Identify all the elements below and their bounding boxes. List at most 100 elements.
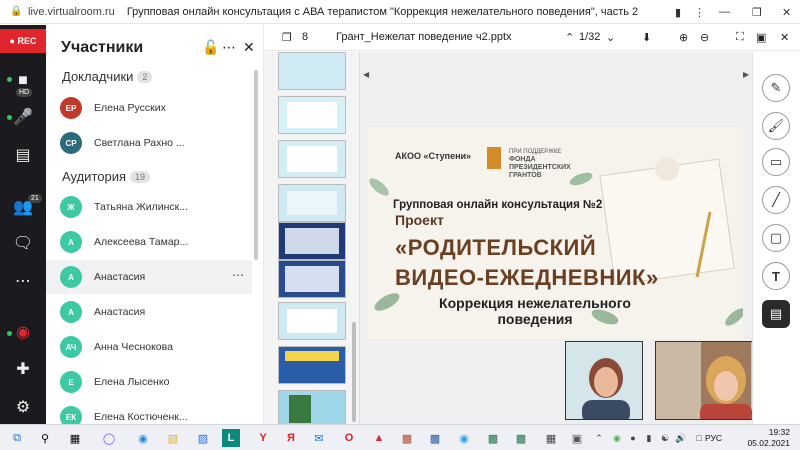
restore-icon[interactable]: ❐ bbox=[752, 0, 762, 24]
slide-fund-logo: ПРИ ПОДДЕРЖКЕ ФОНДА ПРЕЗИДЕНТСКИХ ГРАНТОВ bbox=[509, 149, 571, 179]
cortana-icon[interactable]: ◯ bbox=[100, 429, 118, 447]
slide-thumbnail[interactable] bbox=[278, 260, 346, 298]
pen-tool-icon[interactable]: ✎ bbox=[762, 74, 790, 102]
brush-tool-icon[interactable]: 🖌 bbox=[762, 112, 790, 140]
excel-icon[interactable]: ▩ bbox=[484, 429, 502, 447]
powerpoint-icon[interactable]: ▩ bbox=[398, 429, 416, 447]
fullscreen-icon[interactable]: ⛶ bbox=[736, 31, 744, 44]
slide-thumbnail[interactable] bbox=[278, 222, 346, 260]
participant-row[interactable]: АЧ Анна Чеснокова bbox=[46, 330, 252, 364]
rec-indicator[interactable]: ● REC bbox=[0, 29, 46, 53]
lock-panel-icon[interactable]: 🔓 bbox=[202, 39, 219, 56]
tray-chevron-icon[interactable]: ⌃ bbox=[590, 429, 608, 447]
close-panel-icon[interactable]: ✕ bbox=[243, 39, 255, 56]
participant-row-hovered[interactable]: А Анастасия ⋯ bbox=[46, 260, 252, 294]
app-icon[interactable]: ▣ bbox=[568, 429, 586, 447]
word-icon[interactable]: ▩ bbox=[426, 429, 444, 447]
participant-row[interactable]: Ж Татьяна Жилинск... bbox=[46, 190, 252, 224]
slide-thumbnail[interactable] bbox=[278, 346, 346, 384]
avatar: ЕР bbox=[60, 97, 82, 119]
file-explorer-icon[interactable]: ▧ bbox=[164, 429, 182, 447]
participant-name: Алексеева Тамар... bbox=[94, 236, 189, 248]
participant-row[interactable]: СР Светлана Рахно ... bbox=[46, 126, 252, 160]
screen-share-icon[interactable]: ▤ bbox=[11, 143, 35, 167]
participant-name: Елена Костюченк... bbox=[94, 411, 188, 423]
windows-start-icon[interactable]: ⧉ bbox=[8, 429, 26, 447]
eraser-tool-icon[interactable]: ▭ bbox=[762, 148, 790, 176]
panel-more-icon[interactable]: ⋯ bbox=[222, 39, 236, 56]
record-icon[interactable]: ◉ bbox=[11, 320, 35, 344]
mail-icon[interactable]: ✉ bbox=[310, 429, 328, 447]
store-icon[interactable]: ▨ bbox=[194, 429, 212, 447]
close-window-icon[interactable]: ✕ bbox=[782, 0, 791, 24]
page-indicator: 1/32 bbox=[579, 31, 601, 43]
participant-row[interactable]: Е Елена Лысенко bbox=[46, 365, 252, 399]
avatar: А bbox=[60, 266, 82, 288]
chrome-icon[interactable]: ◉ bbox=[455, 429, 473, 447]
clock[interactable]: 19:32 05.02.2021 bbox=[747, 427, 790, 449]
participant-row[interactable]: ЕР Елена Русских bbox=[46, 91, 252, 125]
collapse-left-icon[interactable]: ◀ bbox=[363, 70, 369, 79]
edge-icon[interactable]: ◉ bbox=[134, 429, 152, 447]
volume-icon[interactable]: 🔊 bbox=[672, 429, 690, 447]
rectangle-tool-icon[interactable]: ▢ bbox=[762, 224, 790, 252]
slide-line2: Проект bbox=[395, 212, 444, 228]
opera-icon[interactable]: O bbox=[340, 429, 358, 447]
slide-thumbnail[interactable] bbox=[278, 302, 346, 340]
more-options-icon[interactable]: ⋯ bbox=[11, 269, 35, 293]
participants-count-badge: 21 bbox=[28, 194, 42, 203]
camera-hd-badge: HD bbox=[16, 88, 33, 97]
text-tool-icon[interactable]: T bbox=[762, 262, 790, 290]
prev-page-icon[interactable]: ⌃ bbox=[565, 31, 574, 44]
participant-row[interactable]: А Алексеева Тамар... bbox=[46, 225, 252, 259]
excel-icon-2[interactable]: ▩ bbox=[512, 429, 530, 447]
chat-icon[interactable]: 🗨 bbox=[11, 231, 35, 255]
collapse-right-icon[interactable]: ▶ bbox=[743, 70, 749, 79]
pdf-icon[interactable]: ▲ bbox=[370, 429, 388, 447]
windows-taskbar: ⧉ ⚲ ▦ ◯ ◉ ▧ ▨ L Y Я ✉ O ▲ ▩ ▩ ◉ ▩ ▩ ▦ ▣ … bbox=[0, 424, 800, 450]
slide-thumbnail[interactable] bbox=[278, 140, 346, 178]
fit-icon[interactable]: ▣ bbox=[756, 31, 766, 44]
participant-row[interactable]: ЕК Елена Костюченк... bbox=[46, 400, 252, 424]
yandex-icon[interactable]: Y bbox=[254, 429, 272, 447]
participant-name: Анастасия bbox=[94, 306, 146, 318]
screen-tool-icon[interactable]: ▤ bbox=[762, 300, 790, 328]
video-tile-1[interactable] bbox=[565, 341, 643, 420]
microphone-icon[interactable]: 🎤 bbox=[11, 105, 35, 129]
task-view-icon[interactable]: ▦ bbox=[66, 429, 84, 447]
next-page-icon[interactable]: ⌄ bbox=[606, 31, 615, 44]
search-icon[interactable]: ⚲ bbox=[36, 429, 54, 447]
participants-panel: Участники 🔓 ⋯ ✕ Докладчики 2 ЕР Елена Рус… bbox=[46, 25, 264, 424]
thumbnails-scrollbar[interactable] bbox=[352, 322, 356, 422]
download-icon[interactable]: ⬇ bbox=[642, 31, 651, 44]
photos-icon[interactable]: ▦ bbox=[542, 429, 560, 447]
camera-indicator-icon[interactable]: ▮ bbox=[675, 0, 681, 24]
settings-gear-icon[interactable]: ⚙ bbox=[11, 395, 35, 419]
avatar: ЕК bbox=[60, 406, 82, 424]
url-text[interactable]: live.virtualroom.ru bbox=[28, 6, 115, 18]
zoom-out-icon[interactable]: ⊖ bbox=[700, 31, 709, 44]
panel-scrollbar[interactable] bbox=[254, 70, 258, 260]
app-l-icon[interactable]: L bbox=[222, 429, 240, 447]
participant-row[interactable]: А Анастасия bbox=[46, 295, 252, 329]
add-user-icon[interactable]: ✚ bbox=[11, 357, 35, 381]
current-slide: АКОО «Ступени» ПРИ ПОДДЕРЖКЕ ФОНДА ПРЕЗИДЕ… bbox=[367, 127, 743, 339]
slide-thumbnail[interactable] bbox=[278, 96, 346, 134]
zoom-in-icon[interactable]: ⊕ bbox=[679, 31, 688, 44]
participant-name: Елена Лысенко bbox=[94, 376, 170, 388]
more-icon[interactable]: ⋮ bbox=[694, 0, 705, 24]
slides-icon[interactable]: ❐ bbox=[282, 31, 292, 44]
participant-name: Анастасия bbox=[94, 271, 146, 283]
participant-more-icon[interactable]: ⋯ bbox=[232, 268, 244, 282]
participant-name: Елена Русских bbox=[94, 102, 166, 114]
audience-count: 19 bbox=[130, 171, 151, 183]
avatar: А bbox=[60, 231, 82, 253]
close-presentation-icon[interactable]: ✕ bbox=[780, 31, 789, 44]
language-indicator[interactable]: РУС bbox=[705, 433, 722, 443]
slide-thumbnail[interactable] bbox=[278, 52, 346, 90]
yandex-browser-icon[interactable]: Я bbox=[282, 429, 300, 447]
line-tool-icon[interactable]: ╱ bbox=[762, 186, 790, 214]
slide-thumbnail[interactable] bbox=[278, 184, 346, 222]
minimize-icon[interactable]: — bbox=[719, 0, 730, 24]
slide-thumbnail[interactable] bbox=[278, 390, 346, 428]
